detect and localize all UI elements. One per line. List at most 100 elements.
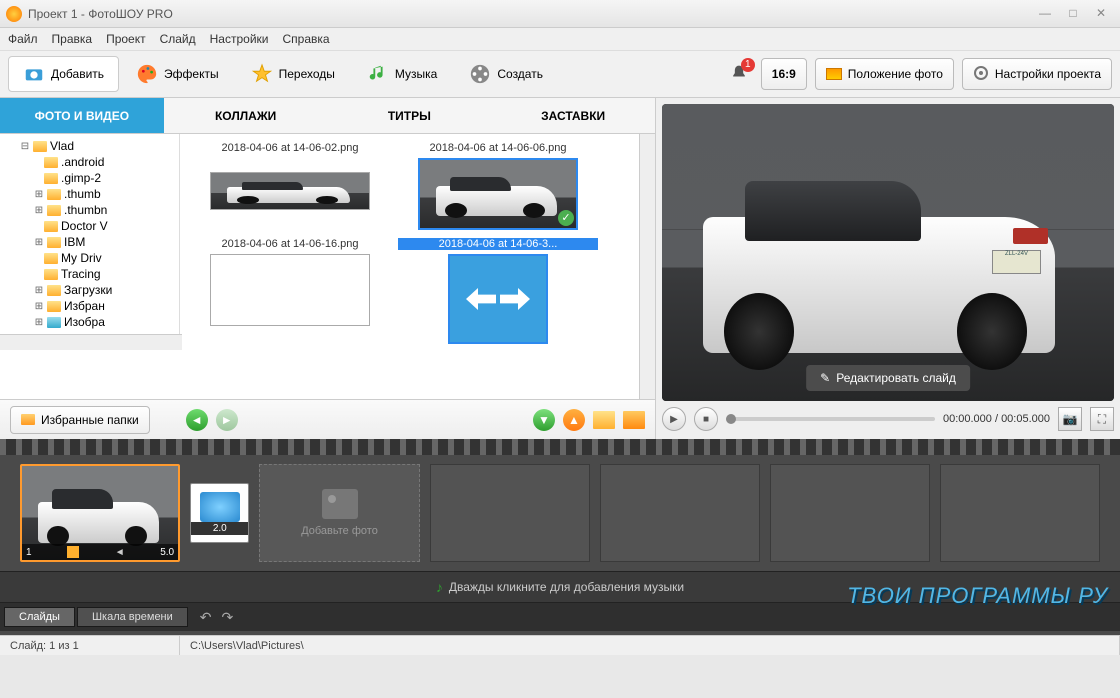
aspect-ratio-button[interactable]: 16:9	[761, 58, 807, 90]
photo-position-button[interactable]: Положение фото	[815, 58, 954, 90]
tree-root-label[interactable]: Vlad	[50, 139, 74, 153]
tree-item-label[interactable]: Tracing	[61, 267, 101, 281]
folder-icon	[47, 189, 61, 200]
tree-item-label[interactable]: Doctor V	[61, 219, 108, 233]
tab-transitions-label: Переходы	[279, 67, 335, 81]
tree-item-label[interactable]: My Driv	[61, 251, 102, 265]
expander-icon[interactable]: ⊞	[34, 317, 44, 328]
arrow-down-icon[interactable]: ▼	[533, 409, 555, 431]
folder-icon	[44, 173, 58, 184]
fullscreen-button[interactable]: ⛶	[1090, 407, 1114, 431]
file-name: 2018-04-06 at 14-06-16.png	[190, 238, 390, 250]
tree-item-label[interactable]: Загрузки	[64, 283, 112, 297]
file-thumbnail[interactable]	[210, 254, 370, 326]
edit-slide-button[interactable]: ✎ Редактировать слайд	[806, 365, 970, 391]
menu-help[interactable]: Справка	[282, 32, 329, 46]
stop-button[interactable]: ■	[694, 407, 718, 431]
image-icon	[826, 68, 842, 80]
empty-slot[interactable]	[430, 464, 590, 562]
seek-handle[interactable]	[726, 414, 736, 424]
favorites-icon	[21, 414, 35, 425]
seek-bar[interactable]	[726, 417, 935, 421]
photo-position-label: Положение фото	[848, 67, 943, 81]
minimize-button[interactable]: —	[1032, 5, 1058, 23]
tab-add[interactable]: Добавить	[8, 56, 119, 92]
gear-icon	[973, 65, 989, 84]
favorite-folders-button[interactable]: Избранные папки	[10, 406, 150, 434]
notifications-button[interactable]: 1	[725, 60, 753, 88]
expander-icon[interactable]: ⊞	[34, 237, 44, 248]
empty-slot[interactable]	[600, 464, 760, 562]
tree-item-label[interactable]: .gimp-2	[61, 171, 101, 185]
folder-tree[interactable]: ⊟Vlad .android .gimp-2 ⊞.thumb ⊞.thumbn …	[0, 134, 180, 334]
maximize-button[interactable]: □	[1060, 5, 1086, 23]
timeline-track[interactable]: 1 ◄ 5.0 2.0 Добавьте фото	[0, 455, 1120, 571]
folder-icon	[44, 269, 58, 280]
transition-duration: 2.0	[191, 522, 248, 535]
tree-h-scrollbar[interactable]	[0, 334, 182, 350]
open-folder-icon[interactable]	[593, 411, 615, 429]
status-slide-count: Слайд: 1 из 1	[0, 636, 180, 655]
thumbs-v-scrollbar[interactable]	[639, 134, 655, 399]
redo-button[interactable]: ↷	[222, 609, 234, 626]
project-settings-button[interactable]: Настройки проекта	[962, 58, 1112, 90]
file-thumbnail[interactable]: ✓	[418, 158, 578, 230]
arrow-up-icon[interactable]: ▲	[563, 409, 585, 431]
subtab-collages[interactable]: КОЛЛАЖИ	[164, 98, 328, 134]
play-button[interactable]: ▶	[662, 407, 686, 431]
palette-icon	[136, 63, 158, 85]
tree-item-label[interactable]: .android	[61, 155, 104, 169]
check-icon: ✓	[558, 210, 574, 226]
file-thumbnail[interactable]	[210, 172, 370, 210]
menu-project[interactable]: Проект	[106, 32, 146, 46]
aspect-ratio-label: 16:9	[772, 67, 796, 81]
pictures-folder-icon	[47, 317, 61, 328]
tree-item-label[interactable]: IBM	[64, 235, 85, 249]
arrow-right-icon	[500, 288, 530, 310]
menu-edit[interactable]: Правка	[52, 32, 93, 46]
folder-icon	[44, 221, 58, 232]
empty-slot[interactable]	[770, 464, 930, 562]
file-thumbnail[interactable]	[448, 254, 548, 344]
timeline-slide[interactable]: 1 ◄ 5.0	[20, 464, 180, 562]
tree-item-label[interactable]: Изобра	[64, 315, 105, 329]
add-photo-placeholder[interactable]: Добавьте фото	[259, 464, 419, 562]
expander-icon[interactable]: ⊞	[34, 285, 44, 296]
expander-icon[interactable]: ⊟	[20, 141, 30, 152]
time-sep: /	[992, 413, 1001, 425]
bottom-tab-timeline[interactable]: Шкала времени	[77, 607, 188, 627]
tab-transitions[interactable]: Переходы	[236, 56, 350, 92]
tree-item-label[interactable]: Избран	[64, 299, 105, 313]
play-mini-icon[interactable]: ◄	[115, 547, 125, 558]
menu-slide[interactable]: Слайд	[160, 32, 196, 46]
subtab-intros[interactable]: ЗАСТАВКИ	[491, 98, 655, 134]
menu-file[interactable]: Файл	[8, 32, 38, 46]
notifications-badge: 1	[741, 58, 755, 72]
tab-add-label: Добавить	[51, 67, 104, 81]
nav-back-button[interactable]: ◄	[186, 409, 208, 431]
close-button[interactable]: ✕	[1088, 5, 1114, 23]
status-path: C:\Users\Vlad\Pictures\	[180, 636, 1120, 655]
expander-icon[interactable]: ⊞	[34, 189, 44, 200]
undo-button[interactable]: ↶	[200, 609, 212, 626]
tab-effects[interactable]: Эффекты	[121, 56, 234, 92]
tab-music[interactable]: Музыка	[352, 56, 452, 92]
tree-item-label[interactable]: .thumb	[64, 187, 101, 201]
subtab-titles[interactable]: ТИТРЫ	[328, 98, 492, 134]
tree-item-label[interactable]: .thumbn	[64, 203, 107, 217]
window-title: Проект 1 - ФотоШОУ PRO	[28, 7, 1032, 21]
bottom-tab-slides[interactable]: Слайды	[4, 607, 75, 627]
menu-settings[interactable]: Настройки	[210, 32, 269, 46]
new-folder-icon[interactable]	[623, 411, 645, 429]
subtab-photo-video[interactable]: ФОТО И ВИДЕО	[0, 98, 164, 134]
tab-create[interactable]: Создать	[454, 56, 558, 92]
pencil-icon[interactable]	[67, 546, 79, 558]
transition-item[interactable]: 2.0	[190, 483, 249, 543]
expander-icon[interactable]: ⊞	[34, 205, 44, 216]
empty-slot[interactable]	[940, 464, 1100, 562]
tab-effects-label: Эффекты	[164, 67, 219, 81]
snapshot-button[interactable]: 📷	[1058, 407, 1082, 431]
expander-icon[interactable]: ⊞	[34, 301, 44, 312]
music-track[interactable]: ♪ Дважды кликните для добавления музыки	[0, 571, 1120, 603]
nav-forward-button[interactable]: ►	[216, 409, 238, 431]
